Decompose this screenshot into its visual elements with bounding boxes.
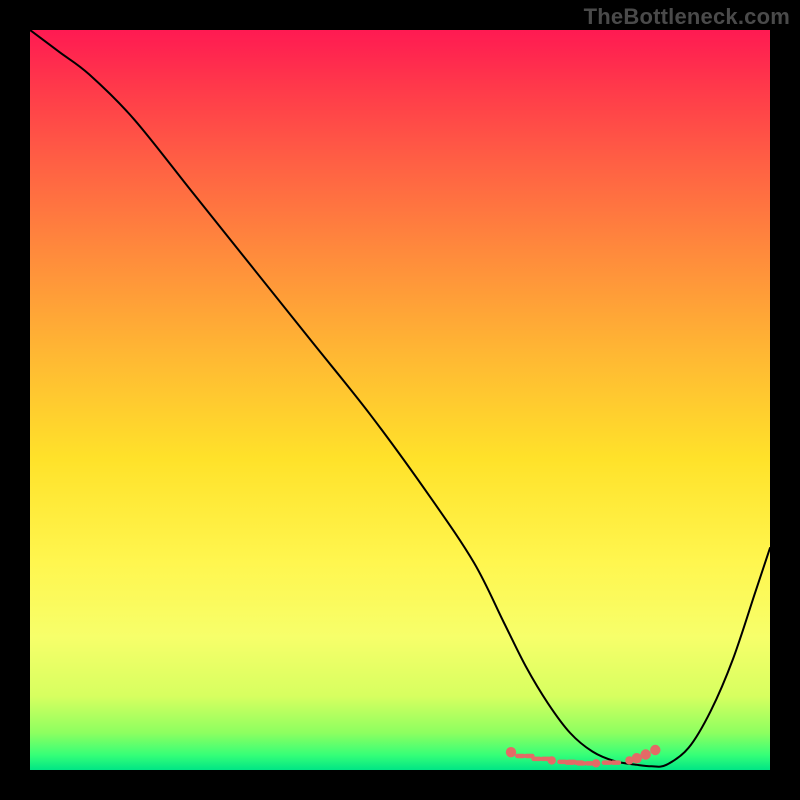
marker-dot — [632, 753, 642, 763]
marker-dot — [650, 745, 660, 755]
marker-dot — [592, 759, 600, 767]
marker-dot — [548, 756, 556, 764]
watermark-text: TheBottleneck.com — [584, 4, 790, 30]
plot-area — [30, 30, 770, 770]
bottleneck-curve — [30, 30, 770, 767]
chart-svg — [30, 30, 770, 770]
marker-dot — [506, 747, 516, 757]
marker-dot — [641, 749, 651, 759]
chart-frame: TheBottleneck.com — [0, 0, 800, 800]
